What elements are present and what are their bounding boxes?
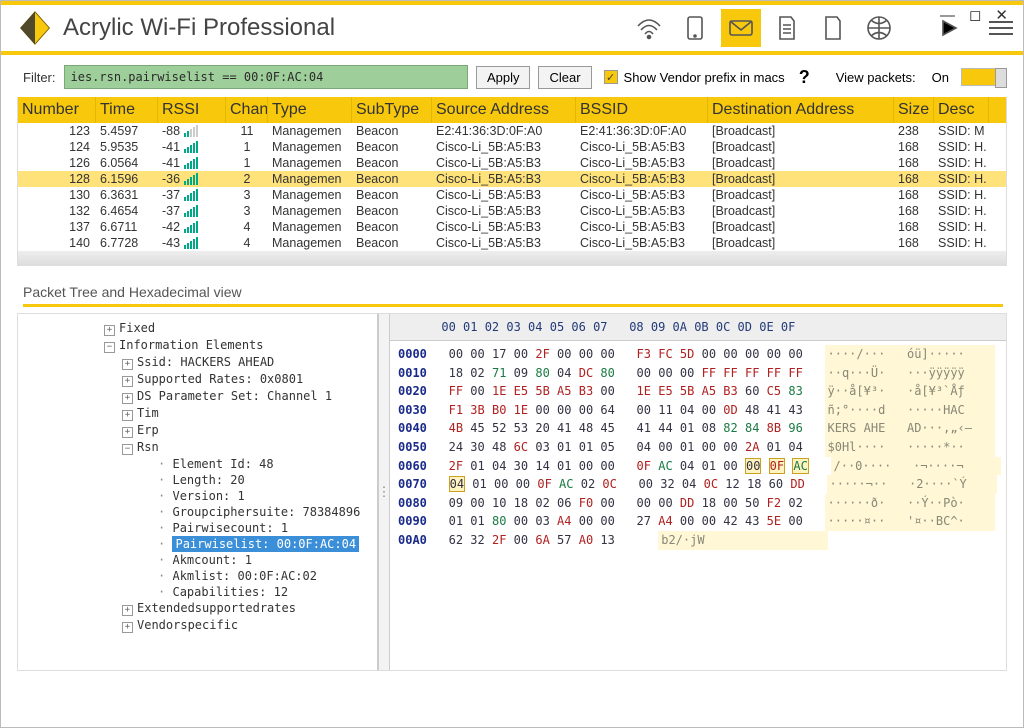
packet-tree[interactable]: +Fixed −Information Elements +Ssid: HACK…	[18, 314, 378, 670]
bottom-pane: +Fixed −Information Elements +Ssid: HACK…	[17, 313, 1007, 671]
table-row[interactable]: 1326.4654-37 3ManagemenBeaconCisco-Li_5B…	[18, 203, 1006, 219]
document-blank-icon[interactable]	[813, 9, 853, 47]
globe-icon[interactable]	[859, 9, 899, 47]
table-row[interactable]: 1376.6711-42 4ManagemenBeaconCisco-Li_5B…	[18, 219, 1006, 235]
hex-view[interactable]: 00 01 02 03 04 05 06 07 08 09 0A 0B 0C 0…	[390, 314, 1006, 670]
tree-selected-node: · Pairwiselist: 00:0F:AC:04	[22, 536, 373, 552]
column-header[interactable]: RSSI	[158, 97, 226, 123]
column-header[interactable]: Time	[96, 97, 158, 123]
pane-resizer[interactable]	[378, 314, 390, 670]
table-row[interactable]: 1266.0564-41 1ManagemenBeaconCisco-Li_5B…	[18, 155, 1006, 171]
section-title: Packet Tree and Hexadecimal view	[23, 284, 1003, 307]
table-row[interactable]: 1235.4597-88 11ManagemenBeaconE2:41:36:3…	[18, 123, 1006, 139]
column-header[interactable]: Number	[18, 97, 96, 123]
column-header[interactable]: Type	[268, 97, 352, 123]
inbox-icon[interactable]	[721, 9, 761, 47]
table-row[interactable]: 1306.3631-37 3ManagemenBeaconCisco-Li_5B…	[18, 187, 1006, 203]
help-icon[interactable]: ?	[799, 67, 810, 88]
packet-grid: NumberTimeRSSIChanTypeSubTypeSource Addr…	[17, 97, 1007, 266]
hex-body: 0000 00 00 17 00 2F 00 00 00 F3 FC 5D 00…	[390, 341, 1006, 554]
maximize-button[interactable]: ◻	[969, 6, 981, 24]
minimize-button[interactable]: —	[940, 7, 955, 24]
toolbar	[629, 9, 899, 47]
filter-bar: Filter: Apply Clear ✓Show Vendor prefix …	[1, 55, 1023, 97]
app-title: Acrylic Wi-Fi Professional	[63, 14, 335, 42]
wifi-icon[interactable]	[629, 9, 669, 47]
app-logo-icon	[17, 10, 53, 46]
grid-scrollbar[interactable]	[18, 251, 1006, 265]
table-row[interactable]: 1245.9535-41 1ManagemenBeaconCisco-Li_5B…	[18, 139, 1006, 155]
column-header[interactable]: Desc	[934, 97, 989, 123]
grid-body[interactable]: 1235.4597-88 11ManagemenBeaconE2:41:36:3…	[18, 123, 1006, 251]
view-packets-on: On	[932, 70, 949, 85]
filter-label: Filter:	[23, 70, 56, 85]
column-header[interactable]: BSSID	[576, 97, 708, 123]
grid-header: NumberTimeRSSIChanTypeSubTypeSource Addr…	[18, 97, 1006, 123]
document-lines-icon[interactable]	[767, 9, 807, 47]
close-button[interactable]: ✕	[995, 6, 1008, 24]
column-header[interactable]: Size	[894, 97, 934, 123]
hex-header: 00 01 02 03 04 05 06 07 08 09 0A 0B 0C 0…	[390, 314, 1006, 341]
column-header[interactable]: Destination Address	[708, 97, 894, 123]
view-packets-label: View packets:	[836, 70, 916, 85]
table-row[interactable]: 1286.1596-36 2ManagemenBeaconCisco-Li_5B…	[18, 171, 1006, 187]
app-header: Acrylic Wi-Fi Professional — ◻ ✕	[1, 5, 1023, 55]
device-icon[interactable]	[675, 9, 715, 47]
view-packets-toggle[interactable]	[961, 68, 1007, 86]
apply-button[interactable]: Apply	[476, 66, 531, 89]
column-header[interactable]: Chan	[226, 97, 268, 123]
filter-input[interactable]	[64, 65, 468, 89]
table-row[interactable]: 1406.7728-43 4ManagemenBeaconCisco-Li_5B…	[18, 235, 1006, 251]
vendor-prefix-checkbox[interactable]: ✓Show Vendor prefix in macs	[604, 70, 785, 85]
column-header[interactable]: SubType	[352, 97, 432, 123]
column-header[interactable]: Source Address	[432, 97, 576, 123]
clear-button[interactable]: Clear	[538, 66, 591, 89]
